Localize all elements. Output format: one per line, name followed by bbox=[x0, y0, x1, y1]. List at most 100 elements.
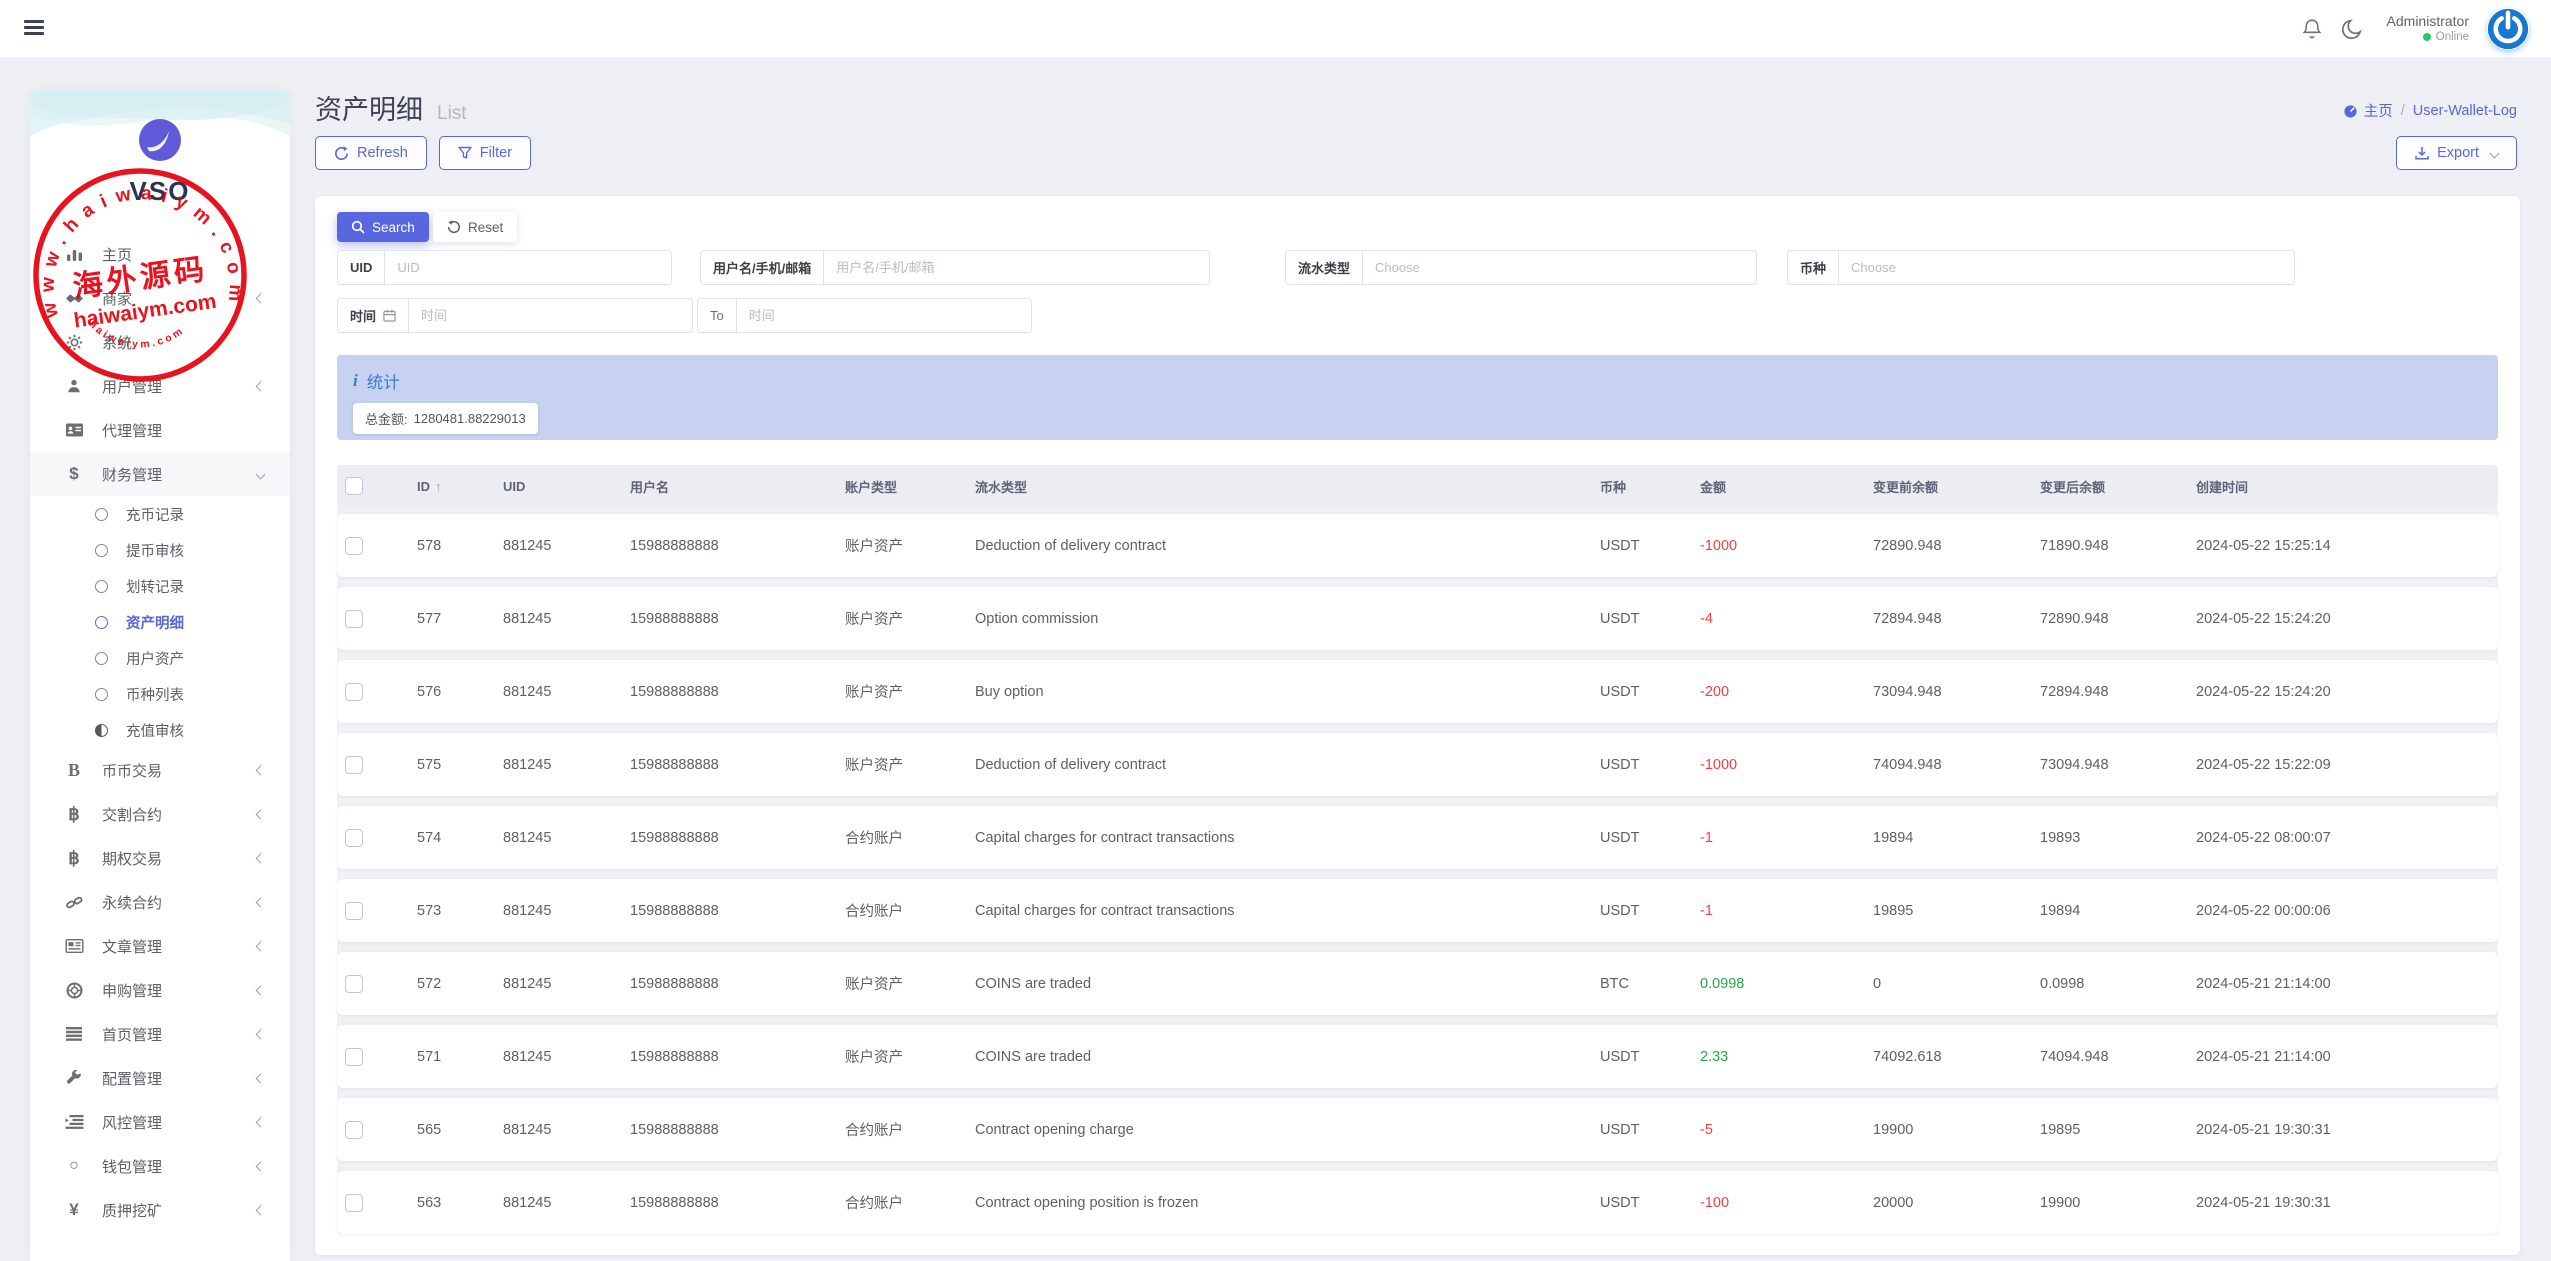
cell-flow-type: Contract opening charge bbox=[975, 1122, 1600, 1138]
half-circle-icon bbox=[95, 724, 108, 737]
baht-icon: ฿ bbox=[62, 804, 86, 825]
sidebar-item-财务管理[interactable]: $财务管理 bbox=[30, 452, 290, 496]
time-from-input[interactable] bbox=[409, 299, 692, 332]
sidebar-item-系统[interactable]: 系统 bbox=[30, 320, 290, 364]
circle-bullet-icon bbox=[95, 508, 108, 521]
sidebar-subitem-充值审核[interactable]: 充值审核 bbox=[30, 712, 290, 748]
avatar[interactable] bbox=[2487, 8, 2529, 50]
chart-bar-icon bbox=[62, 246, 86, 262]
cell-after-balance: 72894.948 bbox=[2040, 684, 2196, 700]
row-checkbox[interactable] bbox=[345, 902, 363, 920]
cell-after-balance: 19895 bbox=[2040, 1122, 2196, 1138]
sidebar-item-首页管理[interactable]: 首页管理 bbox=[30, 1012, 290, 1056]
cell-uid: 881245 bbox=[503, 538, 630, 554]
cell-amount: -100 bbox=[1700, 1195, 1873, 1211]
moon-icon[interactable] bbox=[2341, 18, 2363, 40]
gear-icon bbox=[62, 334, 86, 351]
reset-button[interactable]: Reset bbox=[433, 212, 517, 242]
coin-select[interactable] bbox=[1839, 251, 2294, 284]
sidebar-item-申购管理[interactable]: 申购管理 bbox=[30, 968, 290, 1012]
sidebar-subitem-label: 提币审核 bbox=[126, 540, 184, 561]
sidebar-item-label: 申购管理 bbox=[102, 980, 257, 1001]
sidebar-subitem-用户资产[interactable]: 用户资产 bbox=[30, 640, 290, 676]
row-checkbox[interactable] bbox=[345, 610, 363, 628]
hamburger-menu-icon[interactable] bbox=[24, 20, 44, 36]
sidebar-item-质押挖矿[interactable]: ¥质押挖矿 bbox=[30, 1188, 290, 1232]
select-all-checkbox[interactable] bbox=[345, 477, 363, 495]
cell-id: 575 bbox=[417, 757, 503, 773]
cell-amount: -1 bbox=[1700, 830, 1873, 846]
sidebar-item-商家[interactable]: 商家 bbox=[30, 276, 290, 320]
sidebar-item-用户管理[interactable]: 用户管理 bbox=[30, 364, 290, 408]
circle-bullet-icon bbox=[95, 688, 108, 701]
sidebar-subitem-划转记录[interactable]: 划转记录 bbox=[30, 568, 290, 604]
cell-id: 572 bbox=[417, 976, 503, 992]
time-to-input[interactable] bbox=[737, 299, 1031, 332]
sidebar-item-风控管理[interactable]: 风控管理 bbox=[30, 1100, 290, 1144]
sidebar-item-主页[interactable]: 主页 bbox=[30, 232, 290, 276]
sidebar-item-期权交易[interactable]: ฿期权交易 bbox=[30, 836, 290, 880]
indent-list-icon bbox=[62, 1115, 86, 1129]
row-checkbox[interactable] bbox=[345, 756, 363, 774]
bell-icon[interactable] bbox=[2301, 18, 2323, 40]
sidebar-item-label: 钱包管理 bbox=[102, 1156, 257, 1177]
column-header-label: 创建时间 bbox=[2196, 477, 2248, 496]
cell-username: 15988888888 bbox=[630, 903, 845, 919]
breadcrumb-current[interactable]: User-Wallet-Log bbox=[2413, 103, 2517, 119]
row-checkbox[interactable] bbox=[345, 683, 363, 701]
sidebar-item-代理管理[interactable]: 代理管理 bbox=[30, 408, 290, 452]
user-block[interactable]: Administrator Online bbox=[2387, 13, 2469, 45]
sidebar-item-币币交易[interactable]: B 币币交易 bbox=[30, 748, 290, 792]
sidebar-item-文章管理[interactable]: 文章管理 bbox=[30, 924, 290, 968]
uid-input[interactable] bbox=[385, 251, 671, 284]
yen-icon: ¥ bbox=[62, 1200, 86, 1220]
cell-account-type: 合约账户 bbox=[845, 1192, 975, 1213]
row-checkbox[interactable] bbox=[345, 537, 363, 555]
cell-username: 15988888888 bbox=[630, 1122, 845, 1138]
user-input[interactable] bbox=[824, 251, 1209, 284]
refresh-button[interactable]: Refresh bbox=[315, 136, 427, 170]
refresh-icon bbox=[334, 146, 349, 161]
column-header-变更后余额: 变更后余额 bbox=[2040, 477, 2196, 496]
row-checkbox[interactable] bbox=[345, 1121, 363, 1139]
sidebar-item-label: 币币交易 bbox=[102, 760, 257, 781]
export-button[interactable]: Export bbox=[2396, 136, 2517, 170]
cell-before-balance: 19900 bbox=[1873, 1122, 2040, 1138]
sidebar-subitem-label: 划转记录 bbox=[126, 576, 184, 597]
filter-button[interactable]: Filter bbox=[439, 136, 531, 170]
cell-uid: 881245 bbox=[503, 830, 630, 846]
b-letter-icon: B bbox=[62, 760, 86, 781]
sidebar-subitem-币种列表[interactable]: 币种列表 bbox=[30, 676, 290, 712]
flow-type-field-label: 流水类型 bbox=[1286, 251, 1363, 284]
row-checkbox[interactable] bbox=[345, 829, 363, 847]
chevron-down-icon bbox=[2490, 148, 2500, 158]
column-header-ID[interactable]: ID↑ bbox=[417, 479, 503, 494]
row-checkbox[interactable] bbox=[345, 1194, 363, 1212]
brand-logo-icon[interactable] bbox=[138, 118, 182, 167]
chevron-left-icon bbox=[256, 765, 266, 775]
sidebar-item-label: 文章管理 bbox=[102, 936, 257, 957]
cell-coin: USDT bbox=[1600, 611, 1700, 627]
sidebar-item-钱包管理[interactable]: ○钱包管理 bbox=[30, 1144, 290, 1188]
sidebar-item-永续合约[interactable]: 永续合约 bbox=[30, 880, 290, 924]
sidebar-subitem-资产明细[interactable]: 资产明细 bbox=[30, 604, 290, 640]
row-checkbox[interactable] bbox=[345, 975, 363, 993]
sidebar-item-配置管理[interactable]: 配置管理 bbox=[30, 1056, 290, 1100]
sidebar-subitem-提币审核[interactable]: 提币审核 bbox=[30, 532, 290, 568]
cell-before-balance: 73094.948 bbox=[1873, 684, 2040, 700]
sidebar-item-交割合约[interactable]: ฿交割合约 bbox=[30, 792, 290, 836]
cell-after-balance: 74094.948 bbox=[2040, 1049, 2196, 1065]
search-button[interactable]: Search bbox=[337, 212, 429, 242]
sidebar-subitem-充币记录[interactable]: 充币记录 bbox=[30, 496, 290, 532]
sidebar-subitem-label: 用户资产 bbox=[126, 648, 184, 669]
total-amount-label: 总金额: bbox=[365, 409, 408, 428]
cell-created-at: 2024-05-22 15:24:20 bbox=[2196, 611, 2498, 627]
cell-id: 578 bbox=[417, 538, 503, 554]
brand-name: VSO bbox=[30, 176, 290, 207]
breadcrumb-home-link[interactable]: 主页 bbox=[2343, 100, 2393, 121]
flow-type-select[interactable] bbox=[1363, 251, 1756, 284]
row-checkbox[interactable] bbox=[345, 1048, 363, 1066]
power-logo-icon bbox=[2487, 8, 2529, 50]
column-header-label: 用户名 bbox=[630, 477, 669, 496]
table-row: 57788124515988888888账户资产Option commissio… bbox=[337, 587, 2498, 650]
